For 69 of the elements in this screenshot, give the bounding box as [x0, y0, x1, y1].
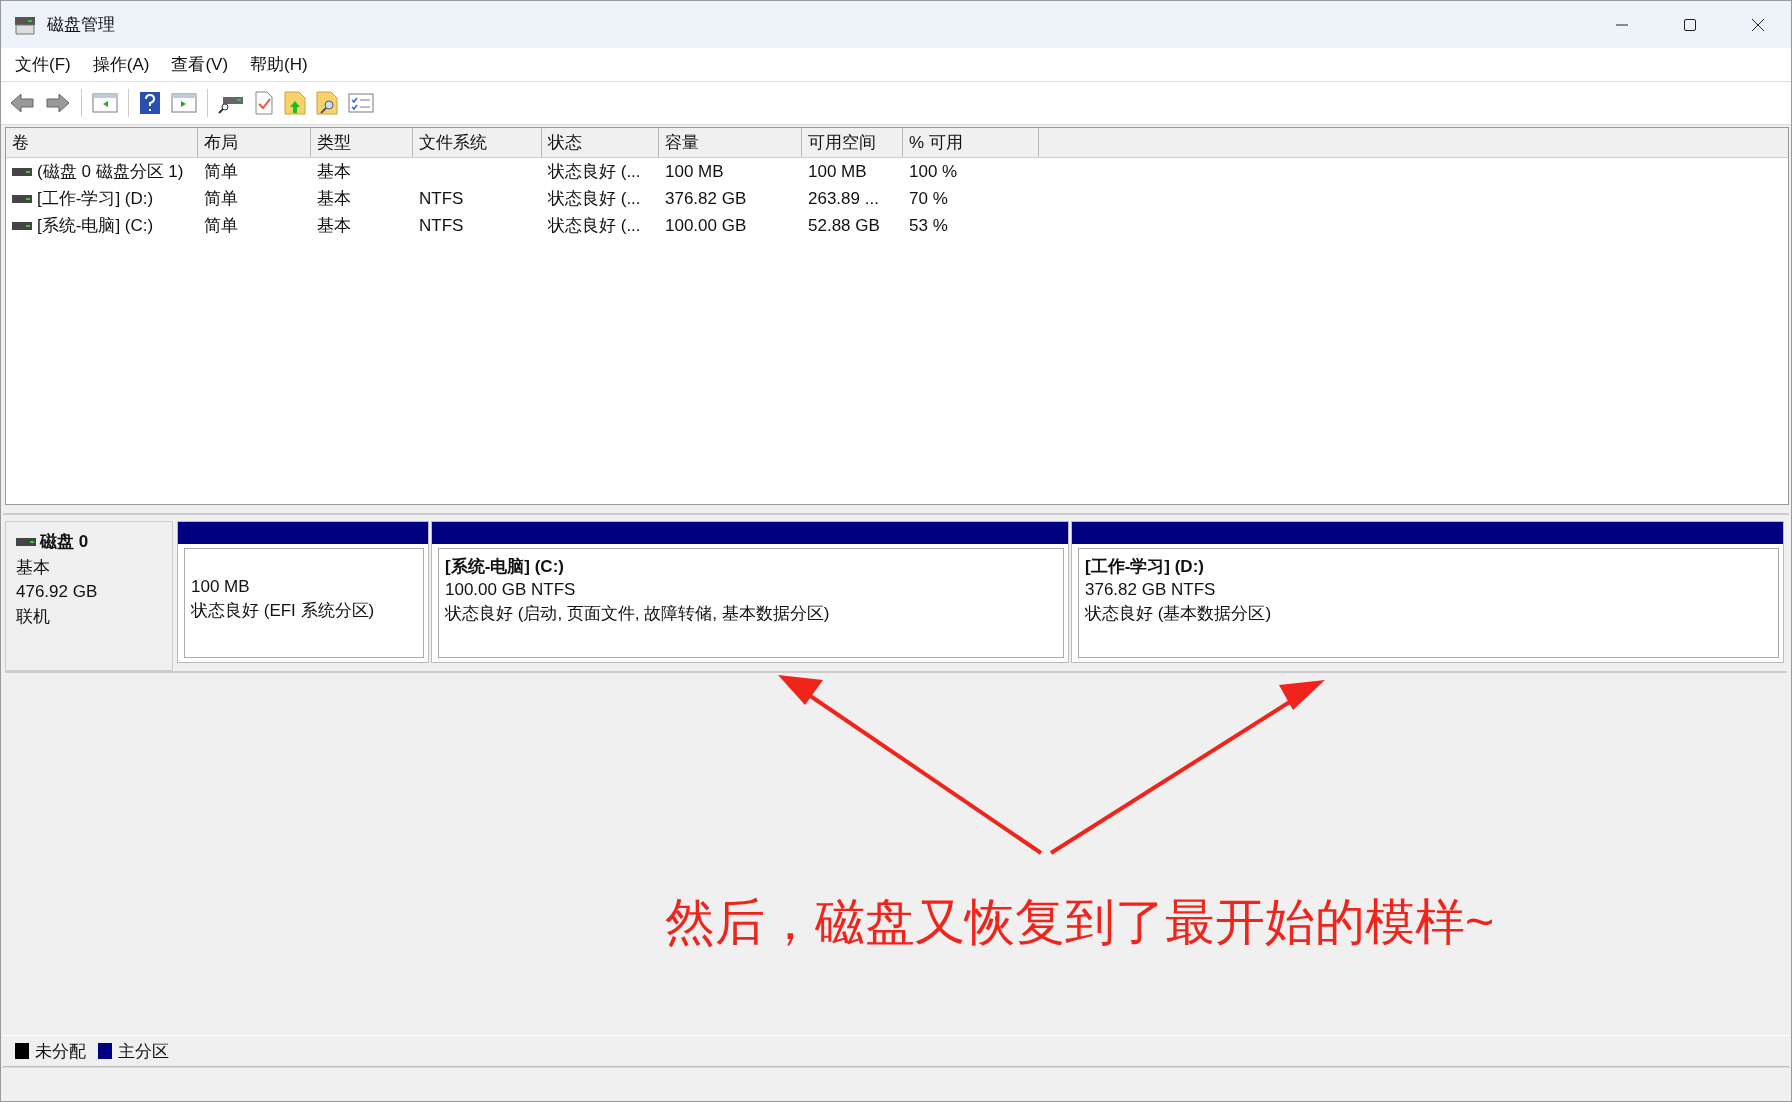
partition-size: 100 MB — [191, 577, 251, 597]
column-header[interactable]: 文件系统 — [413, 128, 542, 157]
table-cell-text: 状态良好 (... — [548, 215, 641, 237]
partition-status: 状态良好 (EFI 系统分区) — [191, 600, 376, 622]
table-cell-text: [工作-学习] (D:) — [37, 188, 154, 210]
table-cell-text: (磁盘 0 磁盘分区 1) — [37, 161, 184, 183]
table-cell-text: 简单 — [204, 188, 238, 210]
column-header[interactable]: 布局 — [198, 128, 311, 157]
table-cell-text: 基本 — [317, 188, 351, 210]
column-header[interactable]: % 可用 — [903, 128, 1039, 157]
column-header[interactable]: 可用空间 — [802, 128, 903, 157]
partition-size: 376.82 GB NTFS — [1085, 580, 1217, 600]
help-icon[interactable] — [139, 91, 161, 115]
column-header[interactable]: 卷 — [6, 128, 198, 157]
table-cell: 263.89 ... — [808, 188, 879, 209]
legend-label: 主分区 — [118, 1040, 169, 1063]
folder-up-arrow-icon[interactable] — [284, 91, 306, 115]
checklist-icon[interactable] — [348, 92, 374, 114]
partition-status: 状态良好 (启动, 页面文件, 故障转储, 基本数据分区) — [445, 603, 831, 625]
partition-status: 状态良好 (基本数据分区) — [1085, 603, 1273, 625]
partition-title: [系统-电脑] (C:) — [445, 556, 565, 578]
menu-item[interactable]: 帮助(H) — [250, 53, 308, 76]
drive-icon — [12, 220, 32, 231]
table-cell-text: [系统-电脑] (C:) — [37, 215, 154, 237]
disk-size: 476.92 GB — [16, 582, 99, 602]
table-cell-text: 状态良好 (... — [548, 188, 641, 210]
table-cell-text: 基本 — [317, 215, 351, 237]
window-title: 磁盘管理 — [47, 14, 115, 36]
column-header[interactable]: 类型 — [311, 128, 413, 157]
maximize-icon[interactable] — [1683, 17, 1697, 32]
menu-item[interactable]: 操作(A) — [92, 53, 150, 76]
back-arrow-icon[interactable] — [9, 92, 35, 114]
table-cell: 376.82 GB — [665, 188, 747, 209]
menu-item[interactable]: 文件(F) — [15, 53, 71, 76]
table-cell: NTFS — [419, 188, 464, 209]
table-cell: NTFS — [419, 215, 464, 236]
column-header[interactable]: 容量 — [659, 128, 802, 157]
table-cell-text: 基本 — [317, 161, 351, 183]
disk-name: 磁盘 0 — [40, 531, 89, 553]
folder-magnifier-icon[interactable] — [316, 91, 338, 115]
disk-status: 联机 — [16, 606, 51, 628]
annotation-text: 然后，磁盘又恢复到了最开始的模样~ — [665, 893, 1495, 952]
drive-icon — [12, 193, 32, 204]
menu-item[interactable]: 查看(V) — [171, 53, 229, 76]
table-cell: 100 MB — [665, 161, 724, 182]
table-cell: 52.88 GB — [808, 215, 880, 236]
drive-icon — [16, 536, 36, 547]
disk-type: 基本 — [16, 557, 51, 579]
table-cell: 100 MB — [808, 161, 867, 182]
partition-block[interactable]: 100 MB 状态良好 (EFI 系统分区) — [177, 521, 429, 663]
table-cell: 100 % — [909, 161, 958, 182]
panel-icon[interactable] — [92, 92, 118, 114]
forward-arrow-icon[interactable] — [45, 92, 71, 114]
partition-title: [工作-学习] (D:) — [1085, 556, 1205, 578]
partition-size: 100.00 GB NTFS — [445, 580, 577, 600]
table-cell: 100.00 GB — [665, 215, 747, 236]
column-header[interactable]: 状态 — [542, 128, 659, 157]
table-cell-text: 简单 — [204, 215, 238, 237]
table-cell-text: 状态良好 (... — [548, 161, 641, 183]
partition-block[interactable]: [工作-学习] (D:) 376.82 GB NTFS 状态良好 (基本数据分区) — [1071, 521, 1784, 663]
checked-document-icon[interactable] — [254, 91, 274, 115]
panel-icon[interactable] — [171, 92, 197, 114]
close-icon[interactable] — [1751, 17, 1765, 32]
table-cell: 53 % — [909, 215, 948, 236]
legend-label: 未分配 — [35, 1040, 86, 1063]
drive-icon — [12, 166, 32, 177]
partition-block[interactable]: [系统-电脑] (C:) 100.00 GB NTFS 状态良好 (启动, 页面文件, 故障转储, 基本数据分区) — [431, 521, 1069, 663]
table-cell: 70 % — [909, 188, 948, 209]
table-cell-text: 简单 — [204, 161, 238, 183]
